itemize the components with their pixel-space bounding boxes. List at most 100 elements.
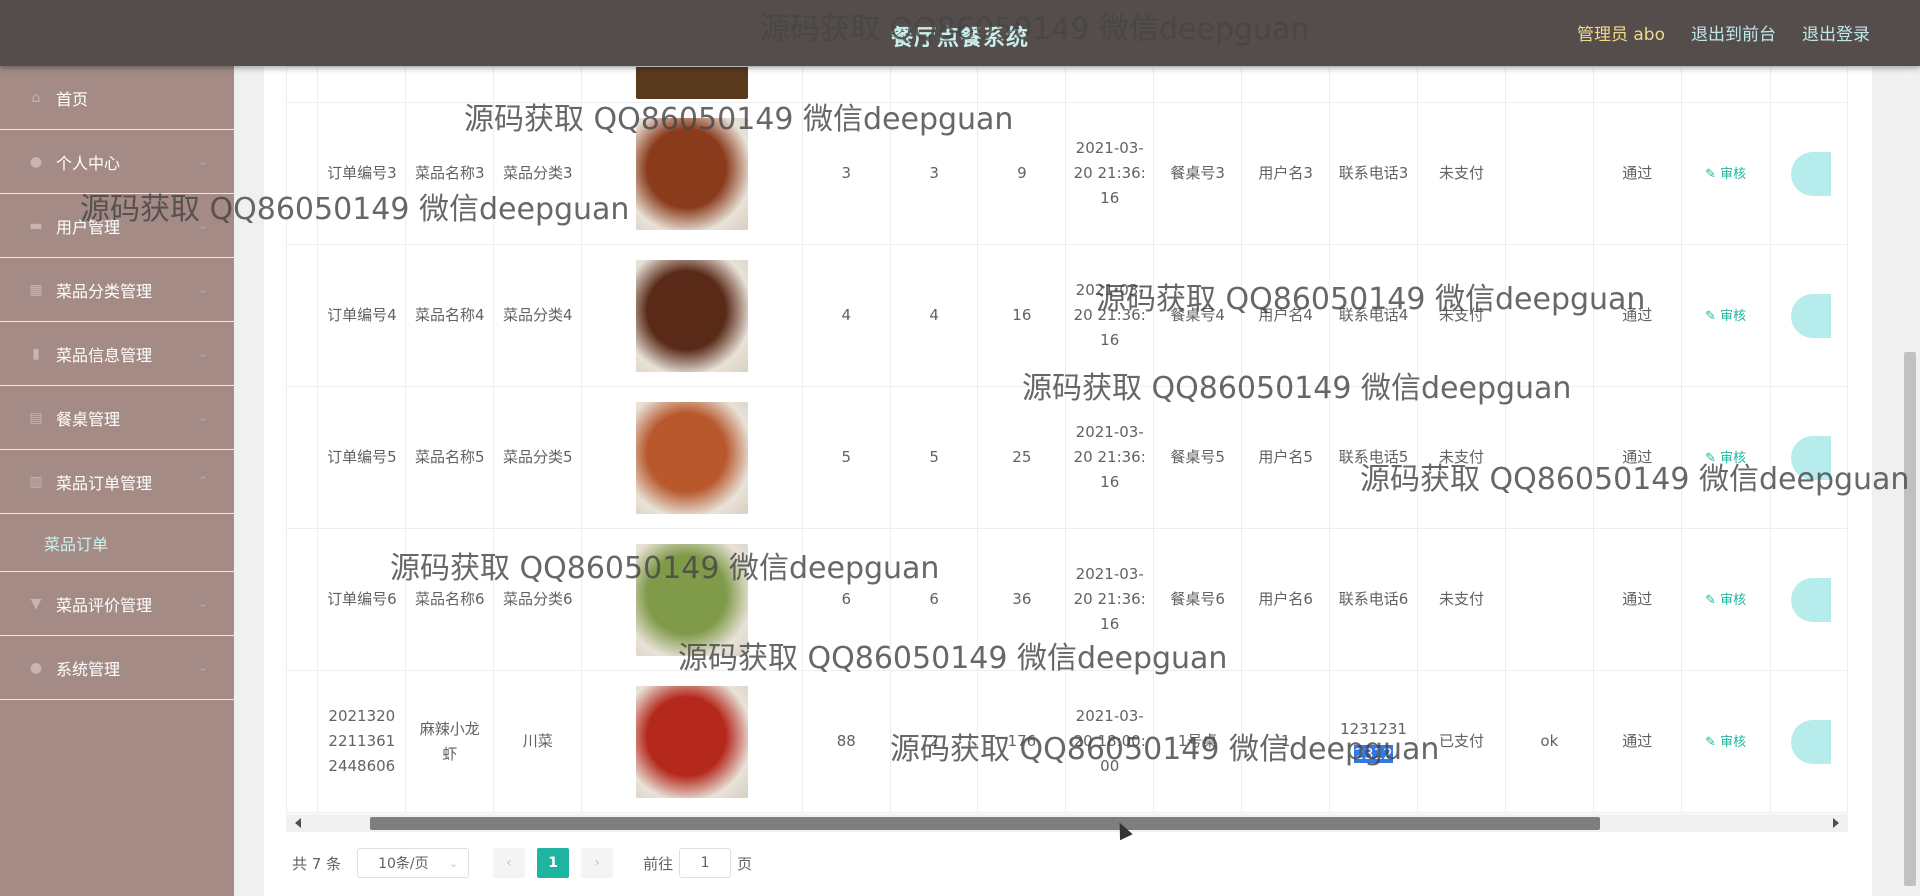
next-page-button[interactable]: ›: [581, 848, 614, 878]
detail-button[interactable]: [1790, 577, 1831, 622]
phone-cell: 联系电话3: [1329, 102, 1419, 245]
scroll-left-icon[interactable]: [295, 818, 301, 828]
table-icon: ▤: [29, 409, 43, 426]
sidebar-item-tables[interactable]: ▤ 餐桌管理 ⌄: [0, 386, 234, 450]
chevron-down-icon: ⌄: [197, 218, 208, 232]
top-header: 餐厅点餐系统 管理员 abo 退出到前台 退出登录: [0, 0, 1920, 66]
page-vertical-scrollbar[interactable]: [1902, 66, 1918, 896]
reply-cell: [1504, 244, 1594, 387]
reply-cell: [1504, 102, 1594, 245]
table-row: [286, 66, 1848, 103]
page-number-current[interactable]: 1: [537, 848, 570, 878]
payment-status-cell: 未支付: [1417, 244, 1506, 387]
prev-page-button[interactable]: ‹: [493, 848, 526, 878]
phone-text-selected: 2312: [1354, 744, 1393, 763]
table-row: 订单编号3 菜品名称3 菜品分类3 3 3 9 2021-03-20 21:36:16 餐桌号…: [286, 102, 1848, 245]
quantity-cell: 4: [889, 244, 979, 387]
audit-button[interactable]: ✎ 审核: [1705, 593, 1746, 608]
order-number-cell: 订单编号4: [317, 244, 407, 387]
reply-cell: [1504, 386, 1594, 529]
operation-cell: [1769, 528, 1848, 671]
table-row: 订单编号6 菜品名称6 菜品分类6 6 6 36 2021-03-20 21:36:16 餐桌…: [286, 528, 1848, 671]
username-cell: 1: [1241, 670, 1331, 813]
page-scrollbar-thumb[interactable]: [1904, 352, 1916, 886]
logout-link[interactable]: 退出登录: [1802, 20, 1870, 45]
back-to-frontend-link[interactable]: 退出到前台: [1691, 20, 1776, 45]
dish-name-cell: 菜品名称3: [405, 102, 495, 245]
admin-label: 管理员 abo: [1576, 25, 1665, 45]
total-cell: 9: [977, 102, 1067, 245]
sidebar-item-label: 用户管理: [56, 217, 121, 237]
edit-icon: ✎: [1705, 308, 1721, 324]
sidebar-item-home[interactable]: ⌂ 首页: [0, 66, 234, 130]
audit-cell: ✎ 审核: [1680, 102, 1771, 245]
quantity-cell: 2: [889, 670, 979, 813]
audit-label: 审核: [1720, 308, 1747, 324]
user-icon: ●: [29, 153, 43, 170]
phone-cell: 联系电话6: [1329, 528, 1419, 671]
goto-page-input[interactable]: 1: [679, 848, 732, 878]
food-image: [636, 259, 749, 372]
detail-button[interactable]: [1790, 151, 1831, 196]
price-cell: 88: [801, 670, 891, 813]
chevron-down-icon: ⌄: [197, 282, 208, 296]
table-row: 20213202211361 2448606 麻辣小龙虾 川菜 88 2 176 2021-…: [286, 670, 1848, 813]
order-number-cell: 订单编号3: [317, 102, 407, 245]
review-status-cell: 通过: [1592, 244, 1682, 387]
doc-icon: ▮: [32, 345, 40, 362]
order-number-cell: 20213202211361 2448606: [317, 670, 407, 813]
main-panel: 订单编号3 菜品名称3 菜品分类3 3 3 9 2021-03-20 21:36:16 餐桌号…: [264, 66, 1872, 896]
detail-button[interactable]: [1790, 293, 1831, 338]
username-cell: 用户名4: [1241, 244, 1331, 387]
food-image: [636, 685, 749, 798]
operation-cell: [1769, 102, 1848, 245]
sidebar-item-system[interactable]: ● 系统管理 ⌄: [0, 636, 234, 700]
detail-button[interactable]: [1790, 719, 1831, 764]
audit-button[interactable]: ✎ 审核: [1705, 451, 1746, 466]
sidebar: ⌂ 首页 ● 个人中心 ⌄ ▬ 用户管理 ⌄ ▦ 菜品分类管理 ⌄ ▮ 菜品信息…: [0, 66, 234, 896]
page-size-select[interactable]: 10条/页 ⌄: [357, 848, 470, 878]
audit-label: 审核: [1720, 592, 1747, 608]
payment-status-cell: 未支付: [1417, 102, 1506, 245]
scrollbar-thumb[interactable]: [370, 817, 1600, 830]
operation-cell: [1769, 244, 1848, 387]
audit-cell: ✎ 审核: [1680, 670, 1771, 813]
sidebar-item-dishes[interactable]: ▮ 菜品信息管理 ⌄: [0, 322, 234, 386]
sidebar-subitem-dish-orders[interactable]: 菜品订单: [0, 514, 234, 572]
sidebar-item-label: 菜品订单管理: [56, 473, 153, 493]
dish-name-cell: 菜品名称5: [405, 386, 495, 529]
reply-cell: ok: [1504, 670, 1594, 813]
total-cell: 36: [977, 528, 1067, 671]
audit-label: 审核: [1720, 734, 1747, 750]
username-cell: 用户名3: [1241, 102, 1331, 245]
review-status-cell: 通过: [1592, 386, 1682, 529]
order-number-cell: 订单编号5: [317, 386, 407, 529]
pagination: 共 7 条 10条/页 ⌄ ‹ 1 › 前往 1 页: [292, 848, 752, 878]
scroll-right-icon[interactable]: [1833, 818, 1839, 828]
dish-category-cell: 菜品分类6: [493, 528, 583, 671]
dish-name-cell: 菜品名称6: [405, 528, 495, 671]
sidebar-item-reviews[interactable]: ▼ 菜品评价管理 ⌄: [0, 572, 234, 636]
username-cell: 用户名6: [1241, 528, 1331, 671]
food-image: [636, 543, 749, 656]
audit-button[interactable]: ✎ 审核: [1705, 309, 1746, 324]
operation-cell: [1769, 386, 1848, 529]
food-image: [636, 401, 749, 514]
audit-button[interactable]: ✎ 审核: [1705, 167, 1746, 182]
horizontal-scrollbar[interactable]: [286, 814, 1848, 832]
total-cell: 25: [977, 386, 1067, 529]
detail-button[interactable]: [1790, 435, 1831, 480]
audit-cell: ✎ 审核: [1680, 528, 1771, 671]
sidebar-item-users[interactable]: ▬ 用户管理 ⌄: [0, 194, 234, 258]
sidebar-item-profile[interactable]: ● 个人中心 ⌄: [0, 130, 234, 194]
dish-category-cell: 菜品分类5: [493, 386, 583, 529]
sidebar-item-orders[interactable]: ▥ 菜品订单管理 ⌃: [0, 450, 234, 514]
sidebar-item-label: 菜品信息管理: [56, 345, 153, 365]
audit-button[interactable]: ✎ 审核: [1705, 735, 1746, 750]
audit-cell: ✎ 审核: [1680, 244, 1771, 387]
sidebar-item-category[interactable]: ▦ 菜品分类管理 ⌄: [0, 258, 234, 322]
chevron-down-icon: ⌄: [197, 660, 208, 674]
table-number-cell: 餐桌号6: [1153, 528, 1243, 671]
chevron-down-icon: ⌄: [448, 857, 459, 870]
users-icon: ▬: [29, 217, 43, 234]
